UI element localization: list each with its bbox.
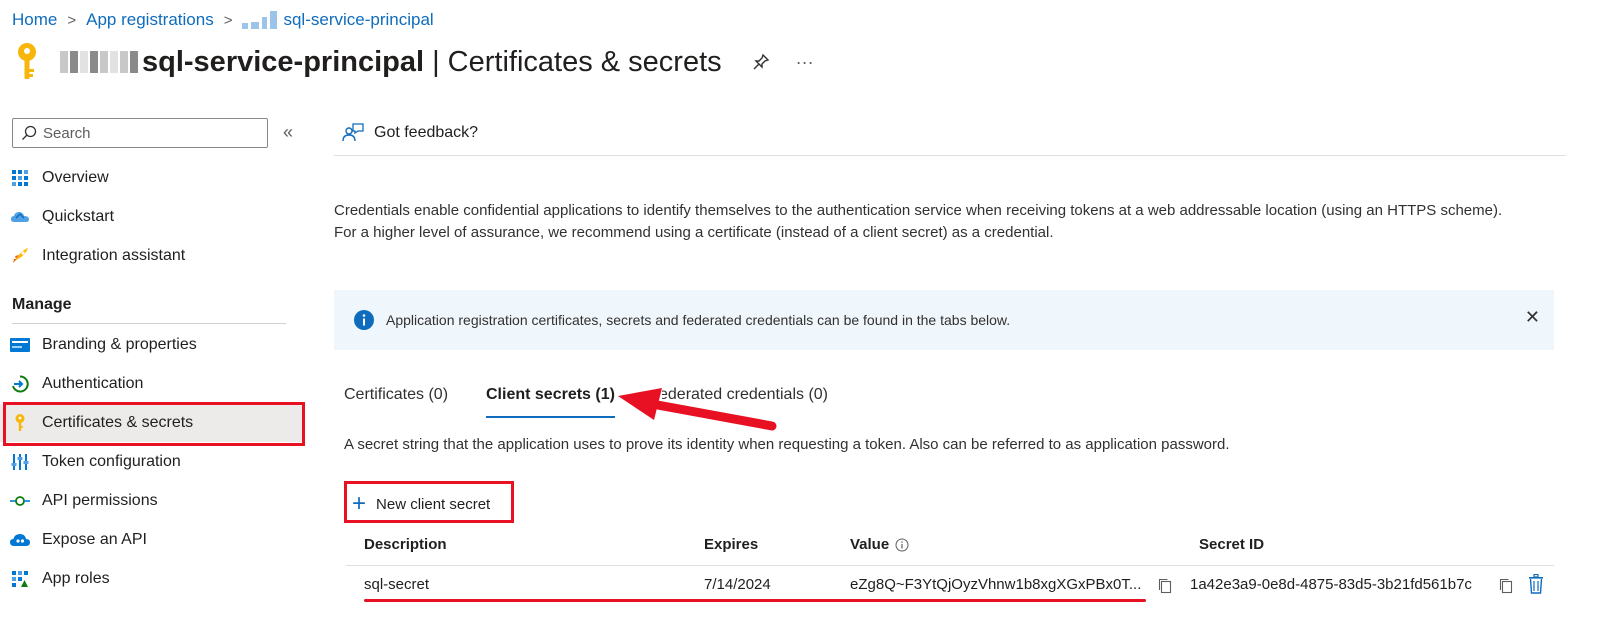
overview-icon xyxy=(10,168,30,188)
sidebar-item-overview[interactable]: Overview xyxy=(0,159,305,197)
sidebar-item-expose-an-api[interactable]: Expose an API xyxy=(0,521,305,559)
more-options-button[interactable]: ··· xyxy=(796,52,814,73)
pin-icon[interactable] xyxy=(752,53,770,71)
sidebar-item-label: Token configuration xyxy=(42,453,181,470)
tab-client-secrets[interactable]: Client secrets (1) xyxy=(486,386,615,418)
sidebar-item-api-permissions[interactable]: API permissions xyxy=(0,482,305,520)
column-header-value-label: Value xyxy=(850,536,890,553)
sidebar-item-branding[interactable]: Branding & properties xyxy=(0,326,305,364)
cloud-icon xyxy=(10,530,30,550)
feedback-button[interactable]: Got feedback? xyxy=(374,124,478,142)
secret-description: sql-secret xyxy=(364,576,430,593)
chevron-right-icon: > xyxy=(67,11,77,29)
app-roles-icon xyxy=(10,569,30,589)
breadcrumb-current[interactable]: sql-service-principal xyxy=(283,10,433,30)
key-icon xyxy=(18,43,36,79)
breadcrumb-home[interactable]: Home xyxy=(12,10,57,30)
sidebar-item-token-configuration[interactable]: Token configuration xyxy=(0,443,305,481)
authentication-icon xyxy=(10,374,30,394)
search-icon xyxy=(22,125,37,140)
sidebar-item-label: Integration assistant xyxy=(42,247,186,264)
info-message: Application registration certificates, s… xyxy=(386,312,1011,328)
sidebar-section-manage: Manage xyxy=(12,296,72,313)
sidebar-item-label: Quickstart xyxy=(42,208,115,225)
api-permissions-icon xyxy=(10,491,30,511)
info-banner: Application registration certificates, s… xyxy=(334,290,1554,350)
delete-icon[interactable] xyxy=(1528,574,1544,594)
secret-value: eZg8Q~F3YtQjOyzVhnw1b8xgXGxPBx0T... xyxy=(850,576,1142,593)
tab-certificates[interactable]: Certificates (0) xyxy=(344,386,448,418)
sidebar-item-quickstart[interactable]: Quickstart xyxy=(0,198,305,236)
page-description: Credentials enable confidential applicat… xyxy=(334,202,1503,241)
breadcrumb-app-registrations[interactable]: App registrations xyxy=(86,10,214,30)
tab-description: A secret string that the application use… xyxy=(344,436,1230,453)
sidebar: « Overview Quickstart xyxy=(0,110,310,639)
redacted-name xyxy=(60,51,138,73)
main-content: Got feedback? Credentials enable confide… xyxy=(334,110,1614,639)
info-icon xyxy=(354,310,374,330)
sidebar-item-integration-assistant[interactable]: Integration assistant xyxy=(0,237,305,275)
page-title: sql-service-principal xyxy=(142,45,425,78)
search-input[interactable] xyxy=(43,124,243,142)
rocket-icon xyxy=(10,246,30,266)
sidebar-item-app-roles[interactable]: App roles xyxy=(0,560,305,598)
branding-icon xyxy=(10,335,30,355)
column-header-expires[interactable]: Expires xyxy=(704,536,758,553)
secret-expires: 7/14/2024 xyxy=(704,576,771,593)
quickstart-icon xyxy=(10,207,30,227)
chevron-right-icon: > xyxy=(223,11,233,29)
table-divider xyxy=(346,565,1554,566)
command-bar: Got feedback? xyxy=(334,110,1566,156)
sidebar-item-label: App roles xyxy=(42,570,110,587)
column-header-secret-id[interactable]: Secret ID xyxy=(1199,536,1264,553)
copy-icon[interactable] xyxy=(1158,578,1172,594)
copy-icon[interactable] xyxy=(1499,578,1513,594)
sidebar-item-authentication[interactable]: Authentication xyxy=(0,365,305,403)
collapse-sidebar-button[interactable]: « xyxy=(283,123,293,141)
page-header: sql-service-principal | Certificates & s… xyxy=(12,43,814,80)
sidebar-item-label: Expose an API xyxy=(42,531,147,548)
column-header-value[interactable]: Value xyxy=(850,536,909,553)
redacted-name xyxy=(242,11,278,29)
column-header-description[interactable]: Description xyxy=(364,536,447,553)
sidebar-item-label: Overview xyxy=(42,169,109,186)
highlight-box xyxy=(3,402,305,446)
annotation-underline xyxy=(364,599,1146,602)
sidebar-item-label: Branding & properties xyxy=(42,336,197,353)
token-icon xyxy=(10,452,30,472)
highlight-box xyxy=(344,481,514,523)
secret-id: 1a42e3a9-0e8d-4875-83d5-3b21fd561b7c xyxy=(1190,576,1472,593)
sidebar-divider xyxy=(12,323,286,324)
page-subtitle: | Certificates & secrets xyxy=(432,45,722,78)
info-icon[interactable] xyxy=(895,538,909,552)
close-icon[interactable]: ✕ xyxy=(1525,308,1540,326)
search-box[interactable] xyxy=(12,118,268,148)
feedback-icon xyxy=(342,122,364,143)
sidebar-item-label: API permissions xyxy=(42,492,158,509)
breadcrumb: Home > App registrations > sql-service-p… xyxy=(12,10,434,30)
sidebar-item-label: Authentication xyxy=(42,375,144,392)
